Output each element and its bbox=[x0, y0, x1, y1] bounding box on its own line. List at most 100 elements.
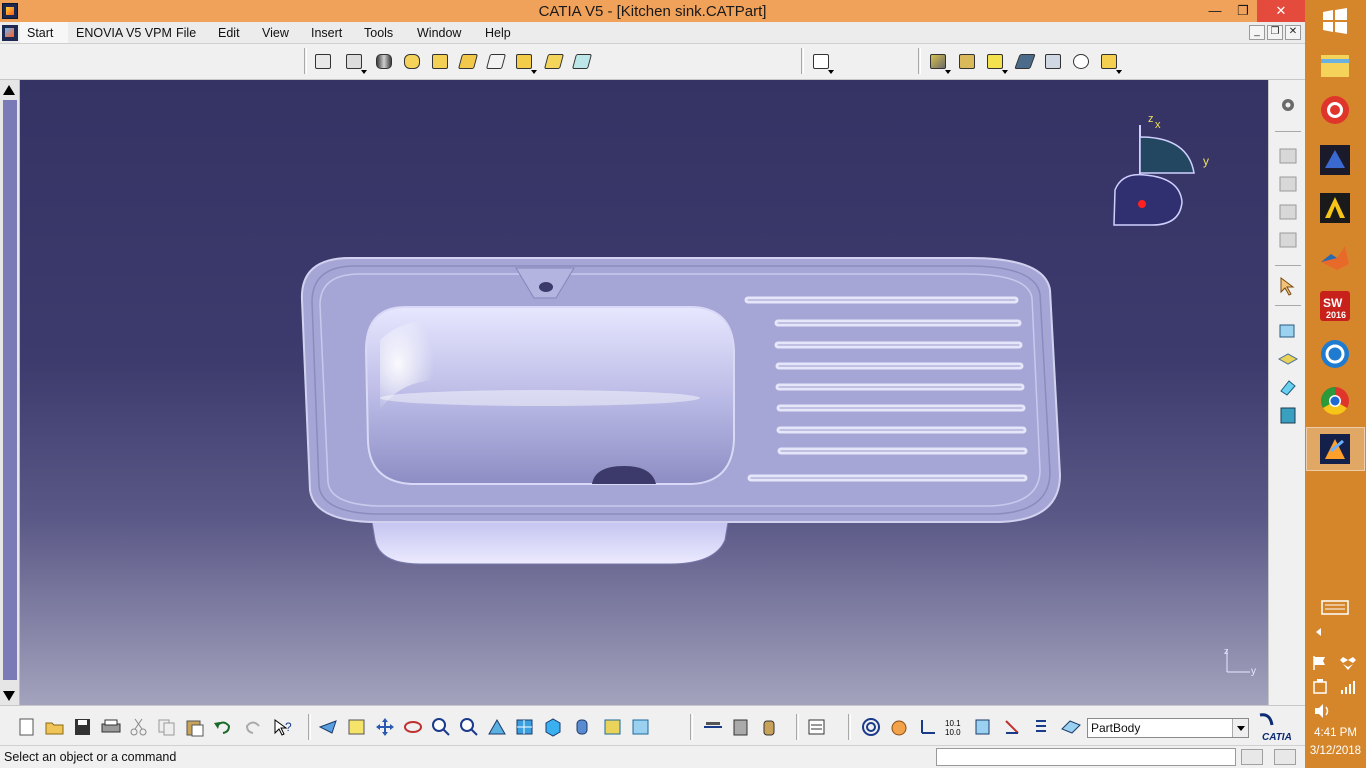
removed-multi-section-icon[interactable] bbox=[571, 52, 593, 72]
swap-space-icon[interactable] bbox=[630, 717, 652, 737]
constraint-icon[interactable] bbox=[1002, 717, 1024, 737]
3ds-app-icon[interactable] bbox=[1319, 144, 1351, 176]
edit-feature-icon[interactable] bbox=[1277, 146, 1299, 166]
toolbar-grip[interactable] bbox=[918, 48, 921, 74]
3d-viewport[interactable]: z x y z y bbox=[20, 80, 1268, 705]
autocad-icon[interactable] bbox=[1319, 192, 1351, 224]
command-button-2[interactable] bbox=[1274, 749, 1296, 765]
target-icon[interactable] bbox=[1070, 52, 1092, 72]
file-explorer-icon[interactable] bbox=[1319, 49, 1351, 81]
fit-all-icon[interactable] bbox=[346, 717, 368, 737]
copy-icon[interactable] bbox=[156, 717, 178, 737]
edit-feature-3-icon[interactable] bbox=[1277, 202, 1299, 222]
print-icon[interactable] bbox=[100, 717, 122, 737]
sink-model[interactable]: z x y z y bbox=[20, 80, 1268, 705]
scroll-up-icon[interactable] bbox=[3, 85, 15, 95]
menu-insert[interactable]: Insert bbox=[311, 26, 342, 40]
menu-file[interactable]: File bbox=[176, 26, 196, 40]
units-icon[interactable]: 10.1 10.0 bbox=[944, 717, 966, 737]
iso-view-icon[interactable] bbox=[542, 717, 564, 737]
cut-icon[interactable] bbox=[128, 717, 150, 737]
draft-analysis-icon[interactable] bbox=[1277, 321, 1299, 341]
chevron-down-icon[interactable] bbox=[1232, 719, 1248, 737]
solidworks-icon[interactable]: SW 2016 bbox=[1319, 290, 1351, 322]
part-body-select[interactable]: PartBody bbox=[1087, 718, 1249, 738]
flag-icon[interactable] bbox=[1311, 654, 1329, 672]
chrome-icon[interactable] bbox=[1319, 385, 1351, 417]
command-input[interactable] bbox=[936, 748, 1236, 766]
signal-icon[interactable] bbox=[1339, 678, 1357, 696]
axis-system-icon[interactable] bbox=[916, 717, 938, 737]
toolbar-grip[interactable] bbox=[690, 714, 693, 740]
select-arrow-icon[interactable] bbox=[1277, 276, 1299, 296]
shading-mode-icon[interactable] bbox=[572, 717, 594, 737]
menu-view[interactable]: View bbox=[262, 26, 289, 40]
box-icon[interactable] bbox=[956, 52, 978, 72]
normal-view-icon[interactable] bbox=[486, 717, 508, 737]
undo-icon[interactable] bbox=[212, 717, 234, 737]
groove-icon[interactable] bbox=[401, 52, 423, 72]
paste-icon[interactable] bbox=[184, 717, 206, 737]
shaft-icon[interactable] bbox=[373, 52, 395, 72]
volume-icon[interactable] bbox=[1313, 702, 1331, 720]
multi-view-icon[interactable] bbox=[514, 717, 536, 737]
doc-restore-button[interactable]: ❐ bbox=[1267, 25, 1283, 40]
sketcher-icon[interactable] bbox=[810, 52, 834, 74]
vertical-scrollbar[interactable] bbox=[0, 80, 20, 705]
scroll-track[interactable] bbox=[3, 100, 17, 680]
slot-icon[interactable] bbox=[485, 52, 507, 72]
command-button[interactable] bbox=[1241, 749, 1263, 765]
save-icon[interactable] bbox=[72, 717, 94, 737]
multi-section-solid-icon[interactable] bbox=[543, 52, 565, 72]
pan-icon[interactable] bbox=[374, 717, 396, 737]
open-folder-icon[interactable] bbox=[44, 717, 66, 737]
restore-button[interactable]: ❐ bbox=[1228, 0, 1258, 22]
doc-close-button[interactable]: ✕ bbox=[1285, 25, 1301, 40]
eraser-icon[interactable] bbox=[1277, 377, 1299, 397]
update-app-icon[interactable] bbox=[1319, 338, 1351, 370]
measure-item-icon[interactable] bbox=[730, 717, 752, 737]
menu-help[interactable]: Help bbox=[485, 26, 511, 40]
toolbar-grip[interactable] bbox=[848, 714, 851, 740]
edit-feature-4-icon[interactable] bbox=[1277, 230, 1299, 250]
hand-icon[interactable] bbox=[888, 717, 910, 737]
toolbar-grip[interactable] bbox=[801, 48, 804, 74]
pocket-icon[interactable] bbox=[343, 52, 367, 74]
zoom-in-icon[interactable] bbox=[430, 717, 452, 737]
toolbar-grip[interactable] bbox=[308, 714, 311, 740]
dropbox-icon[interactable] bbox=[1339, 654, 1357, 672]
clock-date[interactable]: 3/12/2018 bbox=[1305, 745, 1366, 757]
matlab-icon[interactable] bbox=[1319, 242, 1351, 274]
catia-taskbar-icon[interactable] bbox=[1319, 433, 1351, 465]
rotate-icon[interactable] bbox=[402, 717, 424, 737]
redo-icon[interactable] bbox=[242, 717, 264, 737]
pad-icon[interactable] bbox=[312, 52, 334, 72]
parallelogram-icon[interactable] bbox=[1014, 52, 1036, 72]
menu-enovia[interactable]: ENOVIA V5 VPM bbox=[76, 26, 172, 40]
new-file-icon[interactable] bbox=[16, 717, 38, 737]
tray-expand-icon[interactable] bbox=[1311, 624, 1327, 640]
windows-start-icon[interactable] bbox=[1319, 5, 1351, 37]
scroll-down-icon[interactable] bbox=[3, 691, 15, 701]
shading-icon[interactable] bbox=[927, 52, 951, 74]
battery-icon[interactable] bbox=[1311, 678, 1329, 696]
view-mode-icon[interactable] bbox=[1098, 52, 1122, 74]
clock-time[interactable]: 4:41 PM bbox=[1305, 727, 1366, 739]
fly-mode-icon[interactable] bbox=[318, 717, 340, 737]
rib-icon[interactable] bbox=[457, 52, 479, 72]
gear-icon[interactable] bbox=[1277, 95, 1299, 115]
measure-inertia-icon[interactable] bbox=[758, 717, 780, 737]
edit-feature-2-icon[interactable] bbox=[1277, 174, 1299, 194]
list-icon[interactable] bbox=[1030, 717, 1052, 737]
record-app-icon[interactable] bbox=[1319, 94, 1351, 126]
body-icon[interactable] bbox=[1060, 717, 1082, 737]
document-icon[interactable] bbox=[2, 25, 18, 41]
menu-window[interactable]: Window bbox=[417, 26, 461, 40]
keyboard-icon[interactable] bbox=[1319, 592, 1351, 624]
hole-icon[interactable] bbox=[429, 52, 451, 72]
spiral-icon[interactable] bbox=[860, 717, 882, 737]
layers-icon[interactable] bbox=[1277, 349, 1299, 369]
stiffener-icon[interactable] bbox=[513, 52, 537, 74]
catalog-browser-icon[interactable] bbox=[806, 717, 828, 737]
toolbar-grip[interactable] bbox=[304, 48, 307, 74]
